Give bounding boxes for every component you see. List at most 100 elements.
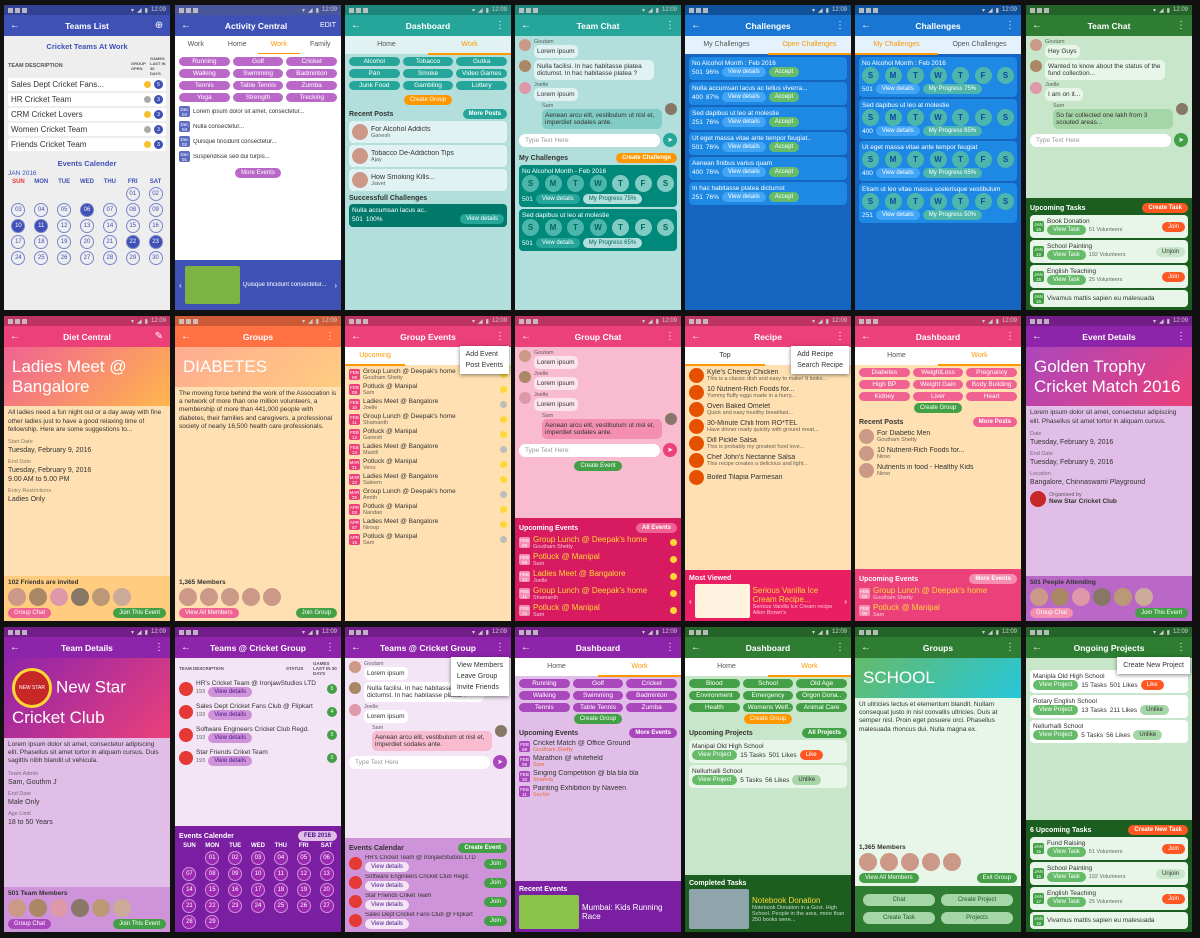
accept-button[interactable]: Accept bbox=[768, 167, 800, 177]
event-item[interactable]: FEB 10 Ladies Meet @ Bangalore Joelle bbox=[519, 569, 677, 584]
task-join-button[interactable]: Join bbox=[1161, 893, 1185, 904]
exit-group-button[interactable]: Exit Group bbox=[976, 873, 1017, 883]
tab-1[interactable]: Work bbox=[938, 347, 1021, 366]
more-vert-icon[interactable]: ⋮ bbox=[1175, 331, 1187, 342]
chip-0[interactable]: Diabetes bbox=[859, 368, 910, 377]
news-item[interactable]: Dec 01 Suspendisse sed dui turpis... bbox=[179, 151, 337, 162]
chip-3[interactable]: High BP bbox=[859, 380, 910, 389]
like-button[interactable]: Like bbox=[799, 750, 823, 760]
view-task-button[interactable]: View Task bbox=[1047, 225, 1086, 235]
action-button-1[interactable]: Create Project bbox=[941, 894, 1013, 906]
back-arrow-icon[interactable]: ← bbox=[9, 331, 21, 342]
tab-1[interactable]: Work bbox=[428, 36, 511, 55]
calendar-day[interactable]: 29 bbox=[125, 251, 140, 265]
chip-4[interactable]: Swimming bbox=[232, 69, 284, 78]
challenge-card[interactable]: Nulla accumsan lacus ac tellus viverra..… bbox=[689, 82, 847, 105]
back-arrow-icon[interactable]: ← bbox=[180, 20, 192, 31]
prev-icon[interactable]: ‹ bbox=[179, 281, 182, 290]
event-item[interactable]: MAR 21 Potluck @ Manipal Venu bbox=[349, 458, 507, 471]
more-posts-button[interactable]: More Posts bbox=[462, 109, 507, 119]
view-task-button[interactable]: View Task bbox=[1047, 847, 1086, 857]
primary-button[interactable]: Join This Event bbox=[113, 919, 166, 929]
view-project-button[interactable]: View Project bbox=[1033, 680, 1079, 690]
more-vert-icon[interactable]: ⋮ bbox=[153, 642, 165, 653]
join-group-button[interactable]: Join Group bbox=[295, 608, 337, 618]
calendar-day[interactable]: 13 bbox=[79, 219, 94, 233]
create-event-button[interactable]: Create Event bbox=[458, 843, 507, 853]
tab-0[interactable]: Home bbox=[855, 347, 938, 366]
back-arrow-icon[interactable]: ← bbox=[350, 642, 362, 653]
event-item[interactable]: FEB 11 Group Lunch @ Deepak's home Shamant… bbox=[519, 586, 677, 601]
more-vert-icon[interactable]: ⋮ bbox=[494, 331, 506, 342]
calendar-day[interactable]: 11 bbox=[273, 867, 288, 881]
action-button-2[interactable]: Create Task bbox=[863, 912, 935, 924]
chip-9[interactable]: Yoga bbox=[179, 93, 230, 102]
view-members-button[interactable]: View All Members bbox=[859, 873, 919, 883]
calendar-day[interactable]: 27 bbox=[319, 899, 334, 913]
back-arrow-icon[interactable]: ← bbox=[1031, 642, 1043, 653]
task-item[interactable]: JAN 17 English Teaching View Task 25 Volunt… bbox=[1030, 887, 1188, 910]
calendar-day[interactable]: 10 bbox=[11, 219, 26, 233]
event-item[interactable]: FEB 09 Potluck @ Manipal Sam bbox=[859, 603, 1017, 618]
add-team-icon[interactable]: ⊕ bbox=[153, 20, 165, 31]
chip-0[interactable]: Blood bbox=[689, 679, 740, 688]
create-group-button[interactable]: Create Group bbox=[403, 95, 453, 105]
task-join-button[interactable]: Join bbox=[1161, 271, 1185, 282]
calendar-day[interactable]: 30 bbox=[148, 251, 163, 265]
recent-event-item[interactable]: Mumbai: Kids Running Race bbox=[519, 895, 677, 929]
all-events-button[interactable]: All Events bbox=[635, 523, 677, 533]
chip-7[interactable]: Liver bbox=[912, 392, 964, 401]
join-button[interactable]: Join bbox=[483, 915, 507, 926]
tab-1[interactable]: Open Challenges bbox=[938, 36, 1021, 55]
team-row[interactable]: Friends Cricket Team 3 bbox=[8, 138, 166, 151]
view-details-button[interactable]: View details bbox=[208, 733, 253, 743]
challenge-card[interactable]: Ut eget massa vitae ante tempor feugiat S… bbox=[859, 141, 1017, 181]
event-item[interactable]: FEB 09 Potluck @ Manipal Sam bbox=[519, 552, 677, 567]
menu-item[interactable]: Search Recipe bbox=[797, 360, 843, 371]
calendar-day[interactable]: 05 bbox=[57, 203, 72, 217]
recipe-item[interactable]: Chef John's Nectarine Salsa This recipe c… bbox=[689, 453, 847, 468]
more-vert-icon[interactable]: ⋮ bbox=[1175, 20, 1187, 31]
calendar-day[interactable]: 09 bbox=[148, 203, 163, 217]
challenge-card[interactable]: Etiam ut leo vitae massa scelerisque ves… bbox=[859, 183, 1017, 223]
team-row[interactable]: Software Engineers Cricket Club Regd. 193… bbox=[179, 724, 337, 745]
tab-0[interactable]: Home bbox=[685, 658, 768, 677]
calendar-day[interactable]: 25 bbox=[34, 251, 49, 265]
view-details-button[interactable]: View details bbox=[875, 126, 920, 136]
team-row[interactable]: Sales Dept Cricket Fans Club @ Flipkart 1… bbox=[179, 701, 337, 722]
event-item[interactable]: APR 03 Potluck @ Manipal Nandan bbox=[349, 503, 507, 516]
challenge-card[interactable]: Sed dapibus ut leo at molestie S M T W T F S 400… bbox=[859, 99, 1017, 139]
more-vert-icon[interactable]: ⋮ bbox=[1004, 20, 1016, 31]
calendar-day[interactable]: 11 bbox=[34, 219, 49, 233]
calendar-day[interactable]: 26 bbox=[296, 899, 311, 913]
back-arrow-icon[interactable]: ← bbox=[350, 20, 362, 31]
join-button[interactable]: Join bbox=[483, 877, 507, 888]
more-vert-icon[interactable]: ⋮ bbox=[494, 642, 506, 653]
message-input[interactable]: Type Text Here bbox=[349, 755, 490, 769]
calendar-day[interactable]: 22 bbox=[125, 235, 140, 249]
more-vert-icon[interactable]: ⋮ bbox=[324, 642, 336, 653]
like-button[interactable]: Unlike bbox=[792, 775, 822, 785]
chip-7[interactable]: Table Tennis bbox=[572, 703, 624, 712]
view-details-button[interactable]: View details bbox=[208, 710, 253, 720]
tab-1[interactable]: Open Challenges bbox=[768, 36, 851, 55]
calendar-day[interactable]: 06 bbox=[79, 203, 94, 217]
chip-5[interactable]: Orgon Dona.. bbox=[796, 691, 847, 700]
event-item[interactable]: APR 07 Ladies Meet @ Bangalore Niroop bbox=[349, 518, 507, 531]
more-events-button[interactable]: More Events bbox=[969, 574, 1017, 584]
back-arrow-icon[interactable]: ← bbox=[690, 20, 702, 31]
task-join-button[interactable]: Unjoin bbox=[1155, 868, 1185, 879]
view-project-button[interactable]: View Project bbox=[1033, 705, 1079, 715]
team-row[interactable]: Sales Dept Cricket Fans... 5 bbox=[8, 78, 166, 91]
event-item[interactable]: FEB 12 Potluck @ Manipal Ganesh bbox=[349, 428, 507, 441]
chip-3[interactable]: Walking bbox=[179, 69, 230, 78]
chip-1[interactable]: WeightLoss bbox=[912, 368, 964, 377]
more-vert-icon[interactable]: ⋮ bbox=[834, 20, 846, 31]
back-arrow-icon[interactable]: ← bbox=[860, 20, 872, 31]
view-details-button[interactable]: View details bbox=[208, 687, 253, 697]
menu-item[interactable]: Post Events bbox=[466, 360, 503, 371]
chip-3[interactable]: Walking bbox=[519, 691, 570, 700]
event-item[interactable]: FEB 09 Potluck @ Manipal Sam bbox=[349, 383, 507, 396]
chip-5[interactable]: Video Games bbox=[456, 69, 507, 78]
view-details-button[interactable]: View details bbox=[721, 67, 766, 77]
